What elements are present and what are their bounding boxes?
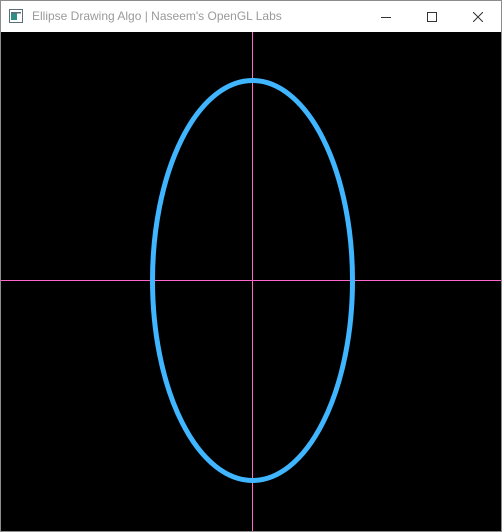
app-window: Ellipse Drawing Algo | Naseem's OpenGL L… [0, 0, 502, 532]
opengl-canvas[interactable] [1, 32, 501, 531]
title-bar[interactable]: Ellipse Drawing Algo | Naseem's OpenGL L… [1, 1, 501, 32]
maximize-button[interactable] [409, 1, 455, 32]
minimize-icon [381, 12, 391, 22]
close-icon [473, 11, 483, 22]
maximize-icon [427, 11, 437, 22]
close-button[interactable] [455, 1, 501, 32]
app-window-icon [9, 9, 23, 23]
minimize-button[interactable] [363, 1, 409, 32]
window-title: Ellipse Drawing Algo | Naseem's OpenGL L… [32, 9, 282, 23]
canvas-drawing [1, 32, 501, 531]
